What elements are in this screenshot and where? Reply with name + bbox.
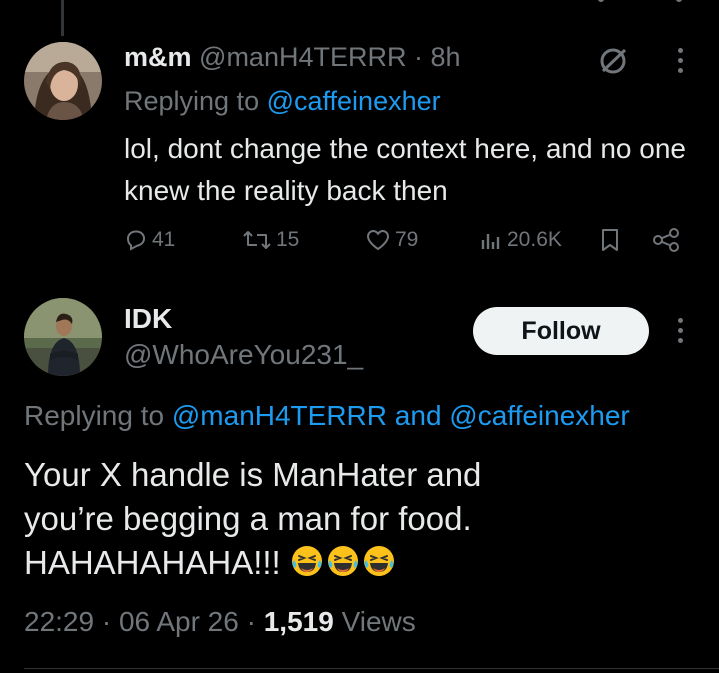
bookmark-icon: [598, 227, 622, 253]
more-options-dot: [598, 0, 604, 2]
replying-prefix: Replying to: [24, 400, 172, 431]
like-count: 79: [395, 228, 419, 251]
more-options-icon[interactable]: [676, 48, 684, 73]
like-button[interactable]: 79: [365, 222, 418, 258]
replying-to-link[interactable]: @caffeinexher: [449, 400, 629, 431]
replying-to: Replying to @manH4TERRR and @caffeinexhe…: [24, 400, 630, 432]
share-icon: [651, 227, 681, 253]
replying-and: and: [387, 400, 450, 431]
laughing-emoji-icon: [362, 544, 396, 578]
avatar[interactable]: [24, 42, 102, 120]
post-text-line-text: HAHAHAHAHA!!!: [24, 544, 290, 581]
repost-count: 15: [276, 228, 300, 251]
more-options-icon[interactable]: [676, 318, 684, 343]
grok-icon[interactable]: [596, 44, 630, 78]
reply-header: m&m @manH4TERRR · 8h: [124, 42, 461, 73]
views-button[interactable]: 20.6K: [479, 222, 562, 258]
laughing-emoji-icon: [290, 544, 324, 578]
post-text-line: Your X handle is ManHater and: [24, 456, 482, 493]
views-label: Views: [333, 606, 416, 637]
heart-icon: [365, 228, 391, 252]
avatar[interactable]: [24, 298, 102, 376]
more-options-dot: [676, 0, 682, 2]
share-button[interactable]: [651, 222, 681, 258]
analytics-icon: [479, 228, 503, 252]
author-handle[interactable]: @manH4TERRR: [199, 42, 406, 72]
views-count: 20.6K: [507, 228, 562, 251]
replying-prefix: Replying to: [124, 86, 267, 116]
comment-count: 41: [152, 228, 176, 251]
views-count: 1,519: [263, 606, 334, 637]
reply-button[interactable]: 41: [124, 222, 175, 258]
action-bar: 41 15 79 20.6K: [124, 222, 694, 258]
post-timestamp[interactable]: 22:29 · 06 Apr 26 ·: [24, 606, 264, 637]
replying-to: Replying to @caffeinexher: [124, 86, 441, 117]
post-text-line: HAHAHAHAHA!!!: [24, 541, 694, 585]
post-time[interactable]: · 8h: [414, 42, 461, 72]
author-name[interactable]: IDK: [124, 303, 172, 335]
author-name[interactable]: m&m: [124, 42, 192, 72]
post-meta: 22:29 · 06 Apr 26 · 1,519 Views: [24, 606, 416, 638]
thread-line: [61, 0, 64, 36]
replying-to-link[interactable]: @caffeinexher: [267, 86, 441, 116]
repost-button[interactable]: 15: [242, 222, 299, 258]
post-text-line: you’re begging a man for food.: [24, 500, 472, 537]
post-text: Your X handle is ManHater and you’re beg…: [24, 453, 694, 585]
repost-icon: [242, 228, 272, 252]
divider: [24, 668, 719, 669]
bookmark-button[interactable]: [598, 222, 622, 258]
replying-to-link[interactable]: @manH4TERRR: [172, 400, 387, 431]
laughing-emoji-icon: [326, 544, 360, 578]
comment-icon: [124, 228, 148, 252]
follow-button[interactable]: Follow: [473, 307, 649, 355]
author-handle[interactable]: @WhoAreYou231_: [124, 339, 363, 371]
post-text: lol, dont change the context here, and n…: [124, 133, 686, 206]
